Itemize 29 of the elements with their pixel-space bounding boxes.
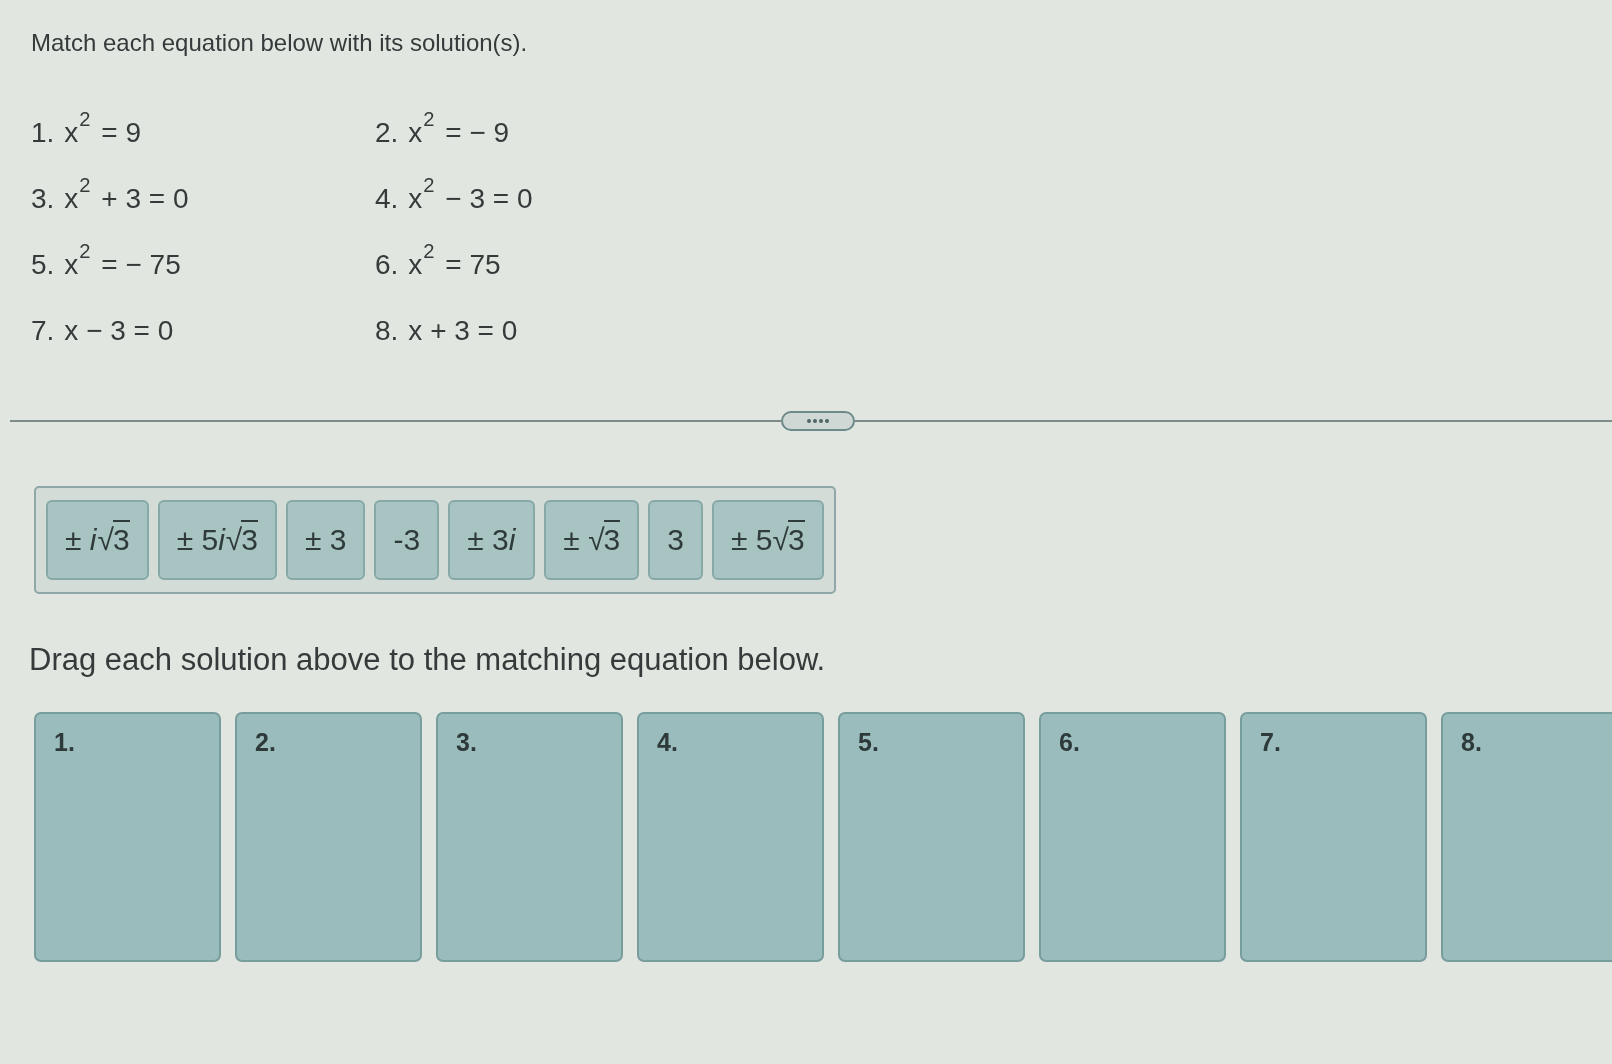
drop-zone[interactable]: 4. bbox=[637, 712, 824, 962]
grip-handle-icon[interactable] bbox=[781, 411, 855, 431]
solution-tile[interactable]: ± 5i√3 bbox=[157, 500, 277, 580]
equation-number: 3. bbox=[31, 182, 55, 216]
solution-tile[interactable]: ± i√3 bbox=[46, 500, 149, 580]
solution-tile[interactable]: ± 5√3 bbox=[712, 500, 824, 580]
equation-number: 2. bbox=[375, 116, 399, 150]
equation-number: 8. bbox=[375, 314, 399, 348]
equation: x − 3 = 0 bbox=[64, 314, 174, 348]
drop-zone[interactable]: 5. bbox=[838, 712, 1025, 962]
solution-tile[interactable]: ± 3i bbox=[448, 500, 536, 580]
drop-zone[interactable]: 7. bbox=[1240, 712, 1427, 962]
equation-number: 1. bbox=[31, 116, 55, 150]
drop-zone[interactable]: 1. bbox=[34, 712, 221, 962]
instructions-text: Match each equation below with its solution(s). bbox=[31, 28, 528, 58]
equation-number: 6. bbox=[375, 248, 399, 282]
solution-tile[interactable]: ± 3 bbox=[285, 500, 366, 580]
solution-tile[interactable]: -3 bbox=[374, 500, 440, 580]
drop-zone[interactable]: 6. bbox=[1039, 712, 1226, 962]
equation-number: 5. bbox=[31, 248, 55, 282]
equation: x + 3 = 0 bbox=[408, 314, 518, 348]
drag-instructions-text: Drag each solution above to the matching equation below. bbox=[29, 642, 826, 678]
equation-number: 7. bbox=[31, 314, 55, 348]
equation-number: 4. bbox=[375, 182, 399, 216]
drop-zone[interactable]: 2. bbox=[235, 712, 422, 962]
drop-zone[interactable]: 3. bbox=[436, 712, 623, 962]
solution-tile[interactable]: 3 bbox=[648, 500, 703, 580]
solution-tile[interactable]: ± √3 bbox=[544, 500, 640, 580]
drop-zone[interactable]: 8. bbox=[1441, 712, 1612, 962]
